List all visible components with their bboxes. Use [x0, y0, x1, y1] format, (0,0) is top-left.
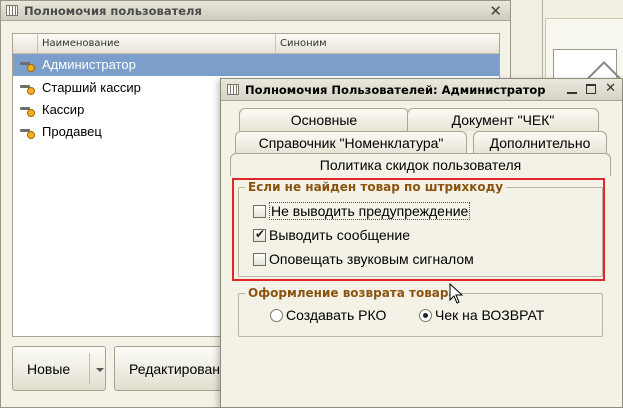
- option-show-message-label: Выводить сообщение: [269, 227, 410, 243]
- key-icon: [20, 127, 35, 139]
- return-group-legend: Оформление возврата товара: [245, 286, 460, 300]
- window-controls: ✕: [567, 81, 616, 96]
- tab-label: Основные: [290, 112, 358, 128]
- header-synonym[interactable]: Синоним: [276, 34, 499, 53]
- row-name: Кассир: [42, 102, 85, 117]
- user-rights-titlebar: Полномочия пользователя ✕: [1, 1, 510, 21]
- row-name: Старший кассир: [42, 80, 141, 95]
- option-return-check-label: Чек на ВОЗВРАТ: [435, 307, 545, 323]
- rights-dialog: Полномочия Пользователей: Администратор …: [220, 78, 623, 408]
- new-button-label: Новые: [27, 360, 71, 377]
- mouse-cursor-icon: [449, 283, 464, 304]
- option-create-rko[interactable]: Создавать РКО: [270, 307, 386, 323]
- dialog-title: Полномочия Пользователей: Администратор: [245, 82, 546, 97]
- new-button[interactable]: Новые: [12, 346, 106, 391]
- radio-create-rko[interactable]: [270, 308, 283, 322]
- tab-label: Справочник "Номенклатура": [258, 135, 444, 151]
- tab-main[interactable]: Основные: [239, 108, 409, 131]
- window-table-icon: [6, 5, 18, 16]
- maximize-icon[interactable]: [586, 83, 597, 94]
- option-sound-signal[interactable]: Оповещать звуковым сигналом: [253, 251, 474, 267]
- edit-button[interactable]: Редактирован: [114, 346, 234, 391]
- option-sound-signal-label: Оповещать звуковым сигналом: [269, 251, 474, 267]
- checkbox-show-message[interactable]: [253, 227, 266, 242]
- row-name: Продавец: [42, 124, 102, 139]
- tab-label: Документ "ЧЕК": [451, 112, 555, 128]
- key-icon: [20, 60, 35, 72]
- dropdown-arrow-icon[interactable]: [96, 368, 104, 372]
- tab-document-check[interactable]: Документ "ЧЕК": [407, 108, 599, 131]
- tab-label: Политика скидок пользователя: [319, 157, 522, 173]
- radio-return-check[interactable]: [419, 308, 432, 322]
- key-icon: [20, 105, 35, 117]
- option-create-rko-label: Создавать РКО: [286, 307, 387, 323]
- option-no-warning[interactable]: Не выводить предупреждение: [253, 202, 471, 220]
- option-show-message[interactable]: Выводить сообщение: [253, 227, 410, 243]
- dialog-titlebar: Полномочия Пользователей: Администратор …: [221, 79, 622, 101]
- barcode-group-legend: Если не найден товар по штрихкоду: [245, 180, 507, 194]
- edit-button-label: Редактирован: [129, 360, 221, 377]
- tab-discount-policy[interactable]: Политика скидок пользователя: [230, 153, 611, 176]
- close-icon[interactable]: ✕: [605, 81, 616, 96]
- option-no-warning-label: Не выводить предупреждение: [269, 202, 471, 220]
- table-header: Наименование Синоним: [13, 34, 499, 54]
- button-divider: [89, 353, 90, 384]
- row-name: Администратор: [42, 57, 136, 72]
- window-title: Полномочия пользователя: [24, 3, 202, 18]
- header-name[interactable]: Наименование: [38, 34, 276, 53]
- table-row[interactable]: Администратор: [13, 54, 499, 76]
- tab-nomenclature[interactable]: Справочник "Номенклатура": [235, 131, 467, 154]
- tab-label: Дополнительно: [489, 135, 591, 151]
- header-icon-column: [13, 34, 38, 53]
- option-return-check[interactable]: Чек на ВОЗВРАТ: [419, 307, 544, 323]
- close-icon[interactable]: ✕: [489, 2, 502, 20]
- checkbox-sound-signal[interactable]: [253, 252, 266, 266]
- checkbox-no-warning[interactable]: [253, 204, 266, 218]
- tab-additional[interactable]: Дополнительно: [473, 131, 607, 154]
- minimize-icon[interactable]: [567, 91, 578, 94]
- window-table-icon: [227, 84, 239, 95]
- key-icon: [20, 83, 35, 95]
